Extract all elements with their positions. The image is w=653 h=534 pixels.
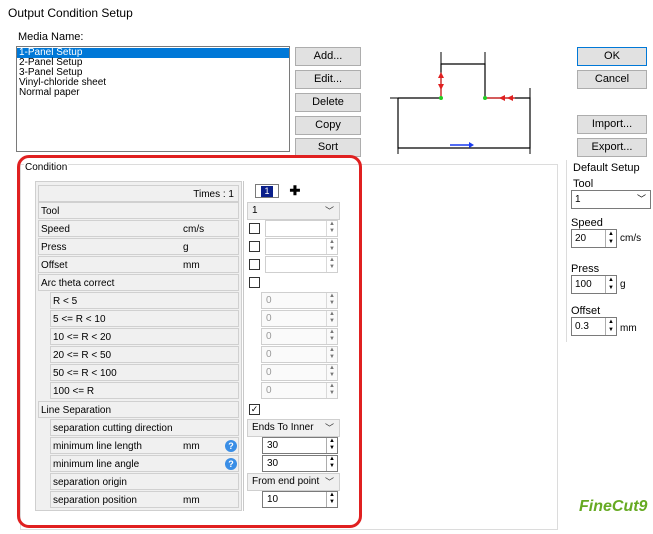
default-speed-label: Speed	[571, 217, 603, 229]
panel-layout-diagram	[390, 52, 531, 154]
ok-button[interactable]: OK	[577, 47, 647, 66]
default-offset-value: 0.3	[575, 321, 589, 332]
spin-arrows-icon[interactable]: ▲ ▼	[605, 318, 616, 335]
media-list[interactable]: 1-Panel Setup 2-Panel Setup 3-Panel Setu…	[16, 46, 290, 152]
finecut-logo: FineCut9	[579, 498, 648, 515]
default-speed-stepper[interactable]: 20 ▲ ▼	[571, 229, 617, 248]
default-press-label: Press	[571, 263, 600, 275]
delete-button[interactable]: Delete	[295, 93, 361, 112]
edit-button[interactable]: Edit...	[295, 70, 361, 89]
default-speed-value: 20	[575, 233, 587, 244]
window-title: Output Condition Setup	[8, 6, 133, 20]
default-offset-stepper[interactable]: 0.3 ▲ ▼	[571, 317, 617, 336]
add-button[interactable]: Add...	[295, 47, 361, 66]
default-offset-unit: mm	[620, 323, 637, 334]
import-button[interactable]: Import...	[577, 115, 647, 134]
spin-arrows-icon[interactable]: ▲ ▼	[605, 276, 616, 293]
chevron-down-icon: ﹀	[636, 194, 646, 204]
spin-arrows-icon[interactable]: ▲ ▼	[605, 230, 616, 247]
default-tool-label: Tool	[573, 178, 594, 190]
list-item[interactable]: Normal paper	[17, 88, 289, 98]
default-offset-label: Offset	[571, 305, 601, 317]
export-button[interactable]: Export...	[577, 138, 647, 157]
default-press-value: 100	[575, 279, 592, 290]
default-speed-unit: cm/s	[620, 233, 642, 244]
default-press-stepper[interactable]: 100 ▲ ▼	[571, 275, 617, 294]
default-tool-select[interactable]: 1 ﹀	[571, 190, 651, 209]
media-name-label: Media Name:	[18, 31, 84, 43]
copy-button[interactable]: Copy	[295, 116, 361, 135]
default-setup-title: Default Setup	[573, 162, 640, 174]
default-press-unit: g	[620, 279, 626, 290]
cancel-button[interactable]: Cancel	[577, 70, 647, 89]
highlight-frame	[17, 155, 362, 528]
default-tool-value: 1	[575, 194, 581, 205]
